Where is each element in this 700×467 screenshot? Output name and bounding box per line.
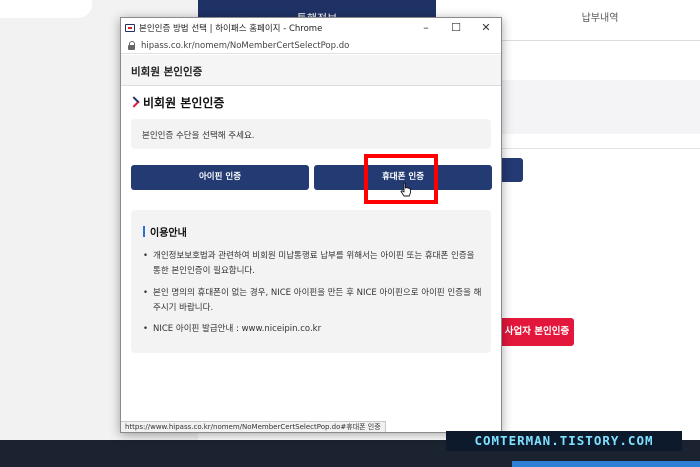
minimize-button[interactable]: – — [411, 18, 441, 38]
info-item-text: NICE 아이핀 발급안내 : www.niceipin.co.kr — [153, 324, 322, 334]
hand-cursor-icon — [400, 182, 411, 197]
bullet-icon: • — [143, 251, 149, 261]
info-title-text: 이용안내 — [150, 228, 187, 239]
select-prompt-text: 본인인증 수단을 선택해 주세요. — [142, 131, 255, 141]
chevron-right-icon — [130, 96, 139, 108]
info-item: • 개인정보보호법과 관련하여 비회원 미납통행료 납부를 위해서는 아이핀 또… — [143, 249, 483, 279]
address-bar: hipass.co.kr/nomem/NoMemberCertSelectPop… — [121, 38, 501, 54]
background-navy-button[interactable] — [500, 158, 523, 182]
background-business-auth-button[interactable]: 사업자 본인인증 — [500, 318, 574, 346]
background-footer-accent — [512, 461, 700, 467]
address-url: hipass.co.kr/nomem/NoMemberCertSelectPop… — [141, 40, 350, 51]
favicon-icon — [125, 24, 135, 32]
lock-icon[interactable] — [127, 40, 137, 51]
ipin-auth-button[interactable]: 아이핀 인증 — [131, 165, 309, 190]
background-divider — [500, 148, 700, 149]
window-titlebar: 본인인증 방법 선택 | 하이패스 홈페이지 - Chrome – ☐ ✕ — [121, 18, 501, 38]
section-title: 비회원 본인인증 — [130, 93, 224, 111]
popup-header-title: 비회원 본인인증 — [131, 66, 203, 78]
watermark: COMTERMAN.TISTORY.COM — [446, 431, 682, 451]
info-item: • 본인 명의의 휴대폰이 없는 경우, NICE 아이핀을 만든 후 NICE… — [143, 286, 483, 316]
info-title-bar — [143, 226, 145, 237]
background-tab-payment-history[interactable]: 납부내역 — [500, 0, 700, 38]
info-item-text: 개인정보보호법과 관련하여 비회원 미납통행료 납부를 위해서는 아이핀 또는 … — [153, 251, 475, 276]
info-item: • NICE 아이핀 발급안내 : www.niceipin.co.kr — [143, 322, 483, 337]
info-box: 이용안내 • 개인정보보호법과 관련하여 비회원 미납통행료 납부를 위해서는 … — [131, 210, 491, 353]
window-title: 본인인증 방법 선택 | 하이패스 홈페이지 - Chrome — [139, 24, 323, 34]
select-prompt-box: 본인인증 수단을 선택해 주세요. — [131, 119, 491, 149]
auth-popup-window: 본인인증 방법 선택 | 하이패스 홈페이지 - Chrome – ☐ ✕ hi… — [120, 17, 502, 433]
background-divider — [500, 40, 700, 41]
bullet-icon: • — [143, 324, 149, 334]
section-title-text: 비회원 본인인증 — [143, 95, 225, 110]
close-button[interactable]: ✕ — [471, 18, 501, 38]
background-grey-band — [500, 80, 700, 134]
maximize-button[interactable]: ☐ — [441, 18, 471, 38]
bullet-icon: • — [143, 288, 149, 298]
status-bar-url: https://www.hipass.co.kr/nomem/NoMemberC… — [121, 421, 386, 432]
background-top-card — [0, 0, 92, 18]
info-item-text: 본인 명의의 휴대폰이 없는 경우, NICE 아이핀을 만든 후 NICE 아… — [153, 288, 482, 313]
info-title: 이용안내 — [143, 224, 187, 239]
popup-header: 비회원 본인인증 — [121, 55, 501, 86]
